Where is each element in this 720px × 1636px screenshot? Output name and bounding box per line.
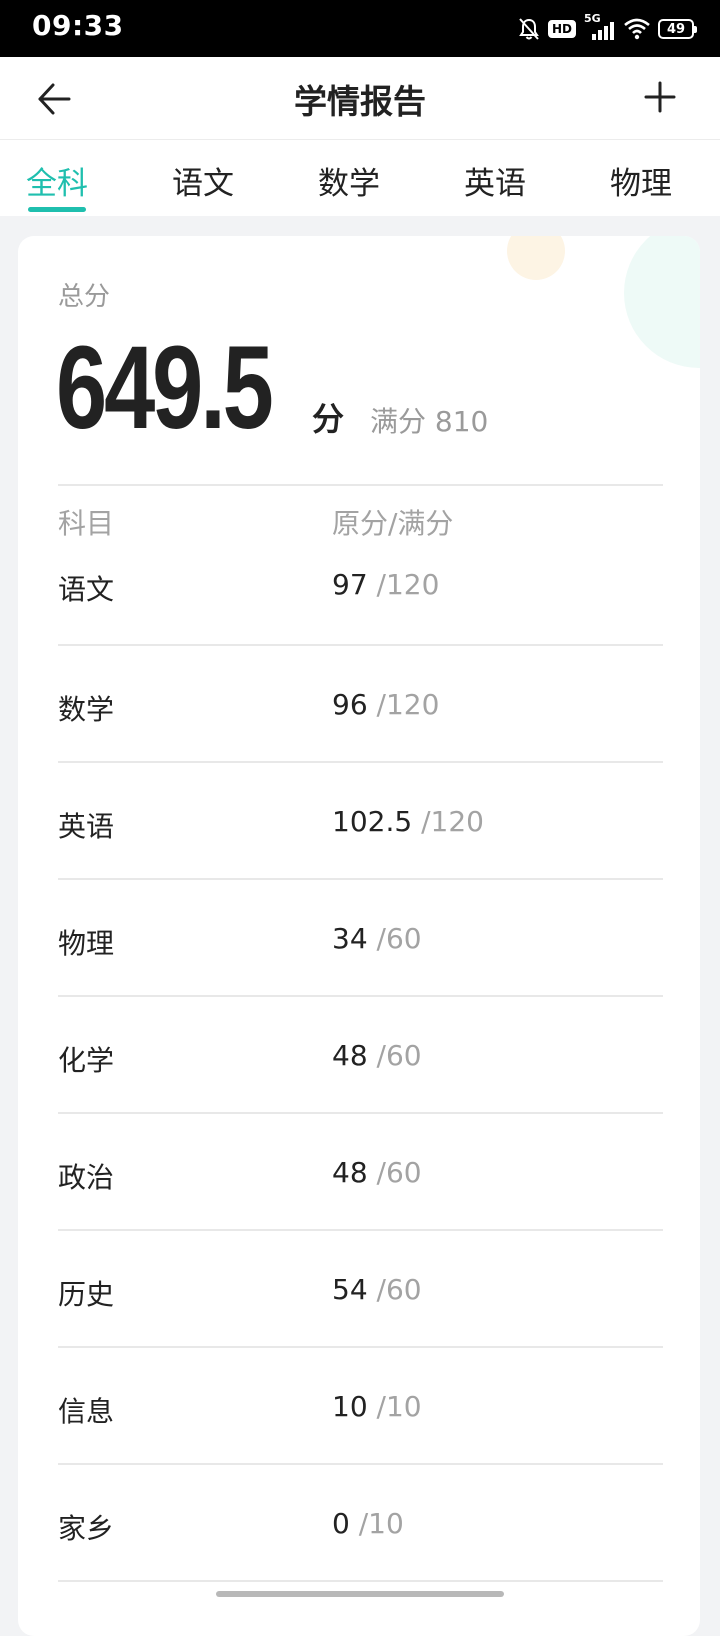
subject-name: 语文 — [58, 573, 115, 606]
tab-math[interactable]: 数学 — [318, 158, 380, 203]
subject-name: 物理 — [58, 927, 115, 960]
subject-name: 数学 — [58, 693, 115, 726]
subject-score: 97 /120 — [332, 568, 439, 601]
subject-score: 96 /120 — [332, 688, 439, 721]
subject-name: 英语 — [58, 810, 115, 843]
subject-tabs: 全科 语文 数学 英语 物理 — [0, 140, 720, 216]
max-score: /120 — [412, 805, 484, 838]
score-report-card: 总分 649.5 分 满分 810 科目 原分/满分 语文 97 /120 数学… — [18, 236, 700, 1636]
max-score: /60 — [367, 1156, 422, 1189]
raw-score: 96 — [332, 688, 368, 721]
battery-level: 49 — [666, 21, 686, 37]
top-app-bar: 学情报告 — [0, 57, 720, 140]
max-score: /60 — [367, 1039, 422, 1072]
score-table: 语文 97 /120 数学 96 /120 英语 102.5 /120 物理 3… — [58, 542, 663, 1582]
max-score: /120 — [367, 568, 440, 601]
status-time: 09:33 — [32, 9, 124, 42]
table-row: 信息 10 /10 — [58, 1348, 663, 1465]
status-bar: 09:33 HD 5G 49 — [0, 0, 720, 57]
subject-score: 10 /10 — [332, 1390, 422, 1423]
table-row: 物理 34 /60 — [58, 880, 663, 997]
home-indicator[interactable] — [216, 1591, 504, 1597]
add-button[interactable] — [636, 73, 684, 121]
total-score-value: 649.5 — [56, 322, 274, 454]
tab-all[interactable]: 全科 — [26, 158, 88, 203]
table-row: 家乡 0 /10 — [58, 1465, 663, 1582]
raw-score: 48 — [332, 1156, 368, 1189]
table-row: 政治 48 /60 — [58, 1114, 663, 1231]
raw-score: 48 — [332, 1039, 368, 1072]
subject-score: 48 /60 — [332, 1039, 422, 1072]
max-score: /60 — [367, 922, 422, 955]
subject-score: 102.5 /120 — [332, 805, 484, 838]
subject-name: 化学 — [58, 1044, 115, 1077]
status-icons: HD 5G 49 — [518, 12, 697, 44]
table-row: 英语 102.5 /120 — [58, 763, 663, 880]
table-row: 化学 48 /60 — [58, 997, 663, 1114]
plus-icon — [644, 81, 676, 113]
raw-score: 102.5 — [332, 805, 413, 838]
total-score-unit: 分 — [312, 400, 345, 438]
divider — [58, 484, 663, 486]
page-title: 学情报告 — [294, 82, 426, 121]
mute-icon — [518, 17, 540, 41]
table-row: 语文 97 /120 — [58, 542, 663, 646]
full-marks: 满分 810 — [370, 405, 489, 438]
raw-score: 0 — [332, 1507, 350, 1540]
decorative-circle — [624, 236, 700, 368]
battery-icon: 49 — [658, 19, 697, 39]
subject-score: 0 /10 — [332, 1507, 404, 1540]
max-score: /10 — [349, 1507, 404, 1540]
wifi-icon — [624, 18, 650, 40]
subject-name: 政治 — [58, 1161, 115, 1194]
table-row: 历史 54 /60 — [58, 1231, 663, 1348]
hd-icon: HD — [547, 20, 576, 38]
signal-icon: 5G — [584, 12, 616, 42]
raw-score: 34 — [332, 922, 368, 955]
tab-chinese[interactable]: 语文 — [172, 158, 234, 203]
raw-score: 54 — [332, 1273, 368, 1306]
subject-name: 家乡 — [58, 1512, 115, 1545]
tab-english[interactable]: 英语 — [464, 158, 526, 203]
max-score: /60 — [367, 1273, 422, 1306]
column-header-score: 原分/满分 — [332, 507, 454, 540]
tab-physics[interactable]: 物理 — [610, 158, 672, 203]
decorative-circle — [507, 236, 565, 280]
table-row: 数学 96 /120 — [58, 646, 663, 763]
subject-score: 54 /60 — [332, 1273, 422, 1306]
raw-score: 97 — [332, 568, 368, 601]
column-header-subject: 科目 — [58, 507, 115, 540]
subject-score: 34 /60 — [332, 922, 422, 955]
subject-score: 48 /60 — [332, 1156, 422, 1189]
subject-name: 信息 — [58, 1395, 115, 1428]
active-tab-indicator — [28, 207, 86, 212]
raw-score: 10 — [332, 1390, 368, 1423]
subject-name: 历史 — [58, 1278, 115, 1311]
max-score: /120 — [367, 688, 440, 721]
total-score-label: 总分 — [58, 282, 111, 312]
max-score: /10 — [367, 1390, 422, 1423]
